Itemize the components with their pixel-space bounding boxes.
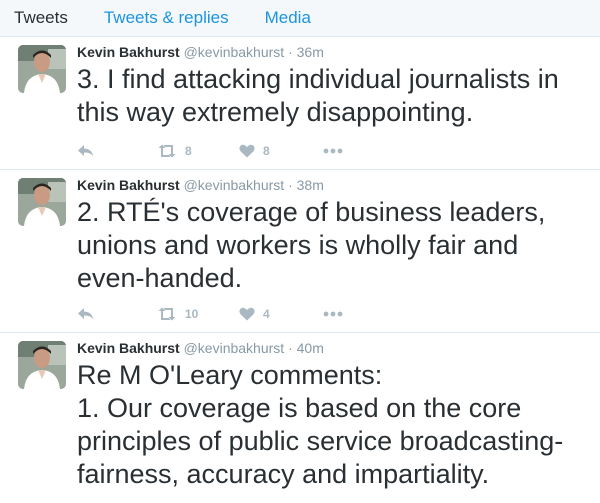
heart-icon (239, 144, 255, 158)
author-name[interactable]: Kevin Bakhurst (77, 44, 180, 60)
more-button[interactable] (323, 148, 343, 154)
tweet-text-line: 2. RTÉ's coverage of business leaders, (77, 197, 546, 227)
separator: · (288, 44, 293, 60)
tweet-actions: 10 4 (77, 304, 343, 324)
retweet-button[interactable]: 8 (157, 144, 239, 158)
retweet-button[interactable]: 10 (157, 307, 239, 321)
heart-icon (239, 307, 255, 321)
more-button[interactable] (323, 311, 343, 317)
tab-media[interactable]: Media (265, 8, 311, 28)
tweet-text: 2. RTÉ's coverage of business leaders, u… (77, 196, 587, 295)
retweet-count: 10 (185, 307, 199, 321)
reply-button[interactable] (77, 307, 157, 321)
tab-tweets-and-replies[interactable]: Tweets & replies (104, 8, 229, 28)
separator: · (288, 340, 293, 356)
separator: · (288, 177, 293, 193)
tweet-actions: 8 8 (77, 141, 343, 161)
tweet-time[interactable]: 38m (297, 177, 324, 193)
avatar[interactable] (18, 341, 66, 389)
avatar[interactable] (18, 45, 66, 93)
more-icon (323, 148, 343, 154)
retweet-count: 8 (185, 144, 192, 158)
tweet-text-line: 1. Our coverage is based on the core (77, 393, 522, 423)
tweet-header: Kevin Bakhurst @kevinbakhurst · 38m (77, 177, 324, 193)
retweet-icon (158, 307, 176, 321)
tweet-item[interactable]: Kevin Bakhurst @kevinbakhurst · 40m Re M… (0, 333, 600, 503)
tweet-text-line: Re M O'Leary comments: (77, 360, 383, 390)
tweet-text-line: unions and workers is wholly fair and (77, 230, 519, 260)
tweet-text-line: fairness, accuracy and impartiality. (77, 459, 490, 489)
tweet-text-line: principles of public service broadcastin… (77, 426, 564, 456)
like-button[interactable]: 8 (239, 144, 323, 158)
more-icon (323, 311, 343, 317)
author-name[interactable]: Kevin Bakhurst (77, 177, 180, 193)
retweet-icon (158, 144, 176, 158)
tweet-text-line: even-handed. (77, 263, 243, 293)
reply-button[interactable] (77, 144, 157, 158)
tab-tweets[interactable]: Tweets (14, 8, 68, 28)
author-handle[interactable]: @kevinbakhurst (184, 44, 285, 60)
tweet-text: 3. I find attacking individual journalis… (77, 63, 587, 129)
like-count: 4 (263, 307, 270, 321)
author-handle[interactable]: @kevinbakhurst (184, 177, 285, 193)
tweet-header: Kevin Bakhurst @kevinbakhurst · 36m (77, 44, 324, 60)
tweet-text: Re M O'Leary comments: 1. Our coverage i… (77, 359, 587, 491)
avatar[interactable] (18, 178, 66, 226)
tweet-time[interactable]: 36m (297, 44, 324, 60)
like-count: 8 (263, 144, 270, 158)
tweet-header: Kevin Bakhurst @kevinbakhurst · 40m (77, 340, 324, 356)
profile-tabs: Tweets Tweets & replies Media (0, 0, 600, 37)
tweet-item[interactable]: Kevin Bakhurst @kevinbakhurst · 38m 2. R… (0, 170, 600, 333)
author-name[interactable]: Kevin Bakhurst (77, 340, 180, 356)
author-handle[interactable]: @kevinbakhurst (184, 340, 285, 356)
tweet-time[interactable]: 40m (297, 340, 324, 356)
reply-icon (78, 308, 93, 319)
tweet-text-line: this way extremely disappointing. (77, 97, 474, 127)
tweet-item[interactable]: Kevin Bakhurst @kevinbakhurst · 36m 3. I… (0, 37, 600, 170)
like-button[interactable]: 4 (239, 307, 323, 321)
tweet-text-line: 3. I find attacking individual journalis… (77, 64, 559, 94)
reply-icon (78, 145, 93, 156)
